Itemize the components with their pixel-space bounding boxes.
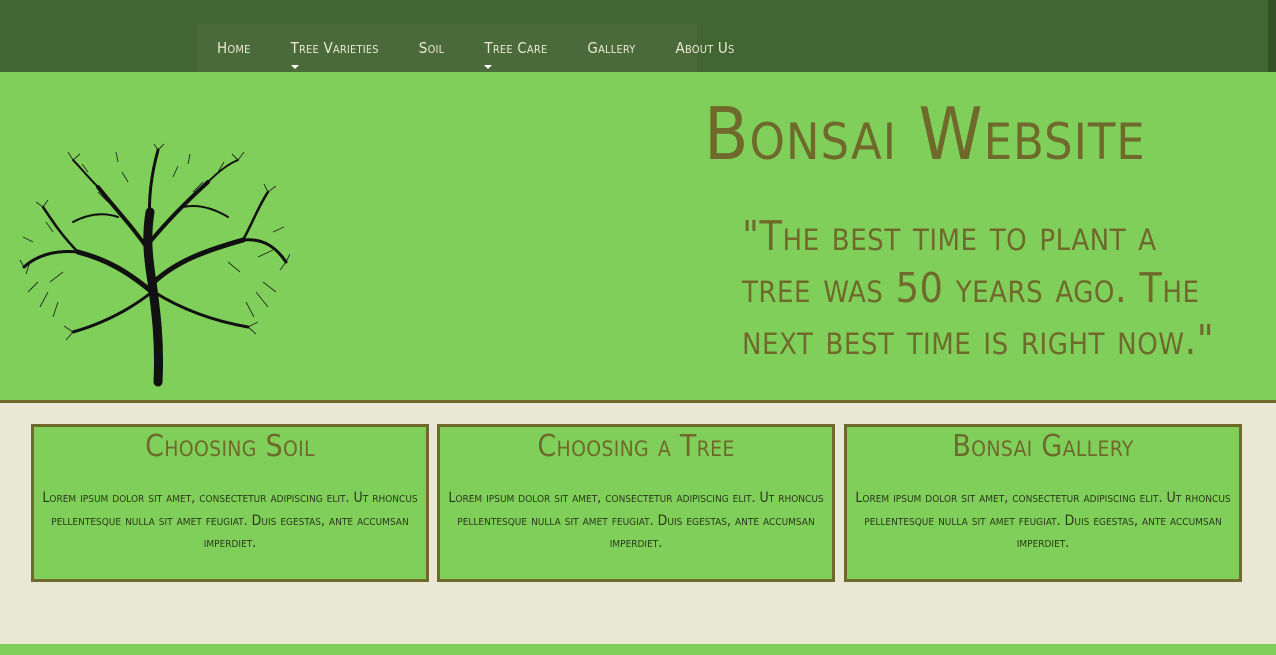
card-title: Choosing a Tree: [537, 429, 735, 464]
nav-item-label: Tree Care: [484, 39, 548, 57]
hero-banner: Bonsai Website "The best time to plant a…: [0, 72, 1276, 403]
card-title: Choosing Soil: [145, 429, 315, 464]
hero-quote: "The best time to plant a tree was 50 ye…: [742, 212, 1215, 364]
caret-down-icon: [484, 65, 493, 69]
card-choosing-a-tree[interactable]: Choosing a Tree Lorem ipsum dolor sit am…: [437, 424, 835, 582]
nav-item-label: Gallery: [587, 39, 636, 57]
nav-item-label: Soil: [418, 39, 445, 57]
top-bar: Home Tree Varieties Soil Tree Care Galle…: [0, 0, 1276, 72]
nav-item-label: Tree Varieties: [290, 39, 379, 57]
nav-item-about-us[interactable]: About Us: [656, 39, 755, 57]
card-bonsai-gallery[interactable]: Bonsai Gallery Lorem ipsum dolor sit ame…: [844, 424, 1242, 582]
caret-down-icon: [290, 65, 299, 69]
site-title: Bonsai Website: [704, 92, 1146, 176]
nav-item-label: Home: [217, 39, 251, 57]
nav-item-tree-varieties[interactable]: Tree Varieties: [271, 39, 399, 69]
feature-cards: Choosing Soil Lorem ipsum dolor sit amet…: [31, 424, 1243, 582]
nav-item-tree-care[interactable]: Tree Care: [464, 39, 567, 69]
main-nav: Home Tree Varieties Soil Tree Care Galle…: [197, 24, 734, 72]
nav-item-soil[interactable]: Soil: [399, 39, 465, 57]
card-body: Lorem ipsum dolor sit amet, consectetur …: [855, 490, 1231, 551]
card-choosing-soil[interactable]: Choosing Soil Lorem ipsum dolor sit amet…: [31, 424, 429, 582]
footer-strip: [0, 644, 1276, 655]
nav-item-home[interactable]: Home: [197, 39, 271, 57]
nav-item-label: About Us: [675, 39, 735, 57]
nav-item-gallery[interactable]: Gallery: [567, 39, 655, 57]
card-body: Lorem ipsum dolor sit amet, consectetur …: [448, 490, 824, 551]
card-body: Lorem ipsum dolor sit amet, consectetur …: [42, 490, 418, 551]
tree-silhouette-image: [18, 142, 291, 388]
card-title: Bonsai Gallery: [952, 429, 1134, 464]
